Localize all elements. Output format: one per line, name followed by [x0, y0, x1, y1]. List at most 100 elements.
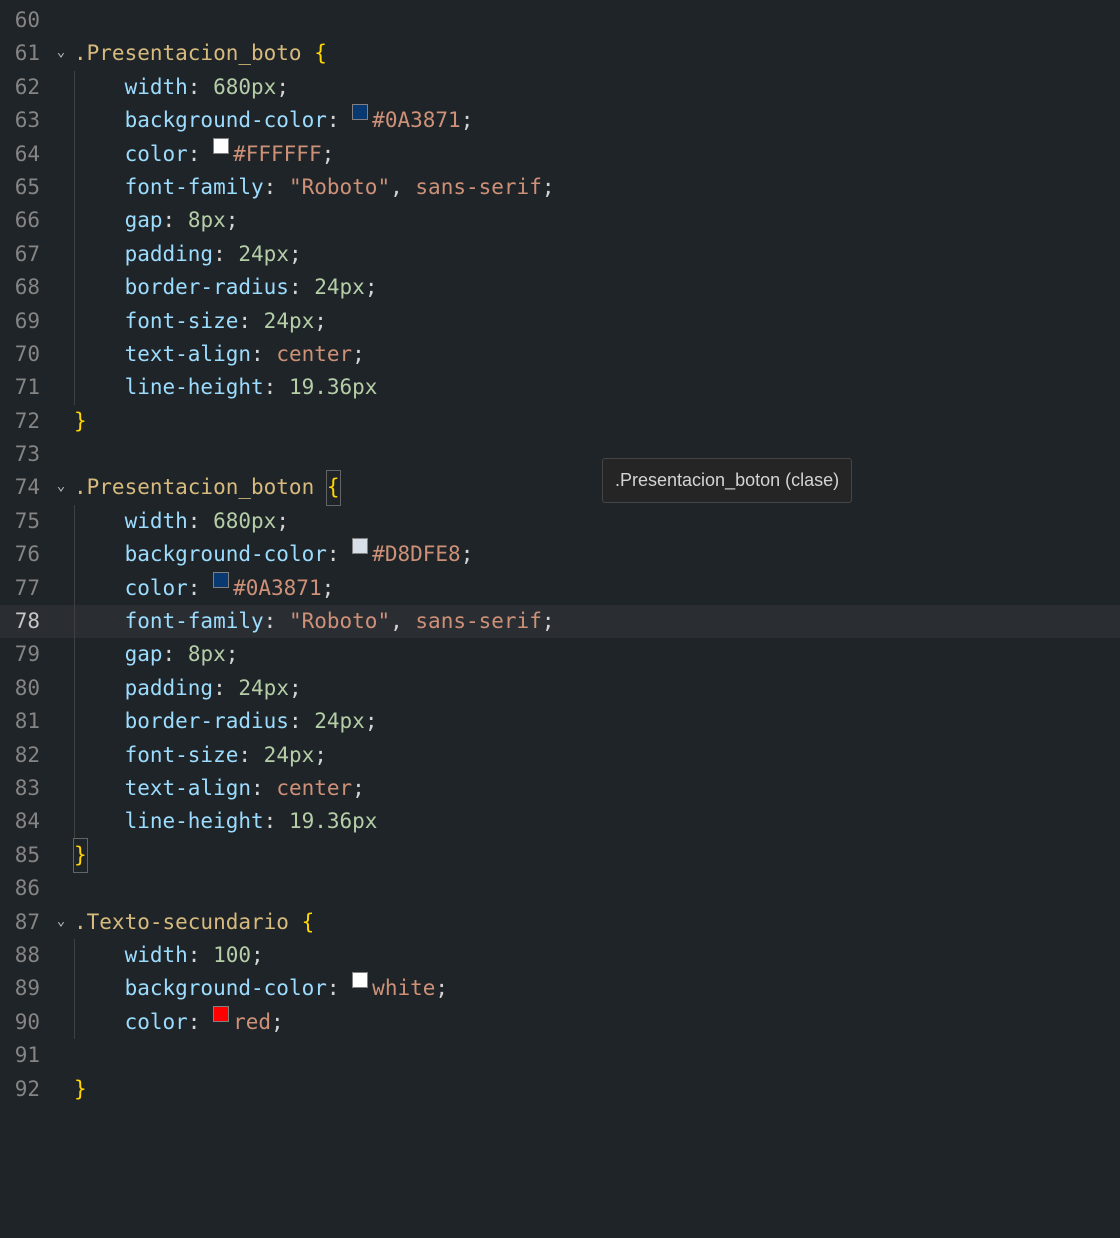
color-swatch[interactable] — [213, 1006, 229, 1022]
code-content[interactable]: background-color: #0A3871; — [74, 104, 1120, 137]
token-num: 100 — [213, 939, 251, 972]
code-line[interactable]: 71 line-height: 19.36px — [0, 371, 1120, 404]
code-line[interactable]: 68 border-radius: 24px; — [0, 271, 1120, 304]
code-line[interactable]: 85} — [0, 839, 1120, 872]
fold-toggle[interactable]: ⌄ — [48, 37, 74, 70]
line-number: 84 — [0, 805, 48, 838]
code-line[interactable]: 64 color: #FFFFFF; — [0, 138, 1120, 171]
token-punct: ; — [322, 138, 335, 171]
code-line[interactable]: 65 font-family: "Roboto", sans-serif; — [0, 171, 1120, 204]
code-content[interactable]: width: 680px; — [74, 71, 1120, 104]
code-line[interactable]: 92} — [0, 1073, 1120, 1106]
code-line[interactable]: 70 text-align: center; — [0, 338, 1120, 371]
code-line[interactable]: 63 background-color: #0A3871; — [0, 104, 1120, 137]
token-prop: font-size — [125, 739, 239, 772]
code-line[interactable]: 77 color: #0A3871; — [0, 572, 1120, 605]
line-number: 75 — [0, 505, 48, 538]
chevron-down-icon: ⌄ — [57, 36, 65, 69]
code-line[interactable]: 76 background-color: #D8DFE8; — [0, 538, 1120, 571]
code-line[interactable]: 84 line-height: 19.36px — [0, 805, 1120, 838]
code-content[interactable]: line-height: 19.36px — [74, 371, 1120, 404]
token-num: 19.36px — [289, 371, 378, 404]
token-punct: ; — [352, 338, 365, 371]
line-number: 72 — [0, 405, 48, 438]
code-content[interactable]: width: 100; — [74, 939, 1120, 972]
code-editor[interactable]: 6061⌄.Presentacion_boto {62 width: 680px… — [0, 0, 1120, 1106]
code-content[interactable]: } — [74, 405, 1120, 438]
fold-toggle[interactable]: ⌄ — [48, 471, 74, 504]
code-line[interactable]: 79 gap: 8px; — [0, 638, 1120, 671]
token-kw: #FFFFFF — [233, 138, 322, 171]
token-punct: ; — [276, 505, 289, 538]
code-content[interactable]: padding: 24px; — [74, 672, 1120, 705]
code-line[interactable]: 60 — [0, 4, 1120, 37]
code-line[interactable]: 80 padding: 24px; — [0, 672, 1120, 705]
line-number: 91 — [0, 1039, 48, 1072]
fold-toggle[interactable]: ⌄ — [48, 906, 74, 939]
token-prop: padding — [125, 672, 214, 705]
code-content[interactable]: gap: 8px; — [74, 638, 1120, 671]
code-line[interactable]: 69 font-size: 24px; — [0, 305, 1120, 338]
code-content[interactable]: .Presentacion_boton { — [74, 471, 1120, 504]
code-line[interactable]: 86 — [0, 872, 1120, 905]
code-line[interactable]: 89 background-color: white; — [0, 972, 1120, 1005]
code-line[interactable]: 88 width: 100; — [0, 939, 1120, 972]
code-line[interactable]: 82 font-size: 24px; — [0, 739, 1120, 772]
code-content[interactable]: border-radius: 24px; — [74, 271, 1120, 304]
token-punct — [74, 739, 125, 772]
code-content[interactable]: background-color: #D8DFE8; — [74, 538, 1120, 571]
code-content[interactable]: font-family: "Roboto", sans-serif; — [74, 171, 1120, 204]
color-swatch[interactable] — [352, 104, 368, 120]
code-content[interactable]: } — [74, 839, 1120, 872]
code-content[interactable]: border-radius: 24px; — [74, 705, 1120, 738]
code-content[interactable]: font-family: "Roboto", sans-serif; — [74, 605, 1120, 638]
code-line[interactable]: 72} — [0, 405, 1120, 438]
line-number: 82 — [0, 739, 48, 772]
code-line[interactable]: 81 border-radius: 24px; — [0, 705, 1120, 738]
code-line[interactable]: 74⌄.Presentacion_boton { — [0, 471, 1120, 504]
code-content[interactable]: width: 680px; — [74, 505, 1120, 538]
token-prop: font-size — [125, 305, 239, 338]
code-line[interactable]: 91 — [0, 1039, 1120, 1072]
code-content[interactable]: color: #0A3871; — [74, 572, 1120, 605]
code-content[interactable]: text-align: center; — [74, 772, 1120, 805]
line-number: 62 — [0, 71, 48, 104]
code-content[interactable]: gap: 8px; — [74, 204, 1120, 237]
token-num: 680px — [213, 71, 276, 104]
token-kw: red — [233, 1006, 271, 1039]
code-line[interactable]: 61⌄.Presentacion_boto { — [0, 37, 1120, 70]
code-content[interactable]: font-size: 24px; — [74, 305, 1120, 338]
color-swatch[interactable] — [213, 572, 229, 588]
color-swatch[interactable] — [213, 138, 229, 154]
code-content[interactable]: color: #FFFFFF; — [74, 138, 1120, 171]
code-content[interactable]: color: red; — [74, 1006, 1120, 1039]
code-line[interactable]: 73 — [0, 438, 1120, 471]
code-line[interactable]: 67 padding: 24px; — [0, 238, 1120, 271]
line-number: 64 — [0, 138, 48, 171]
code-content[interactable]: padding: 24px; — [74, 238, 1120, 271]
code-line[interactable]: 78 font-family: "Roboto", sans-serif; — [0, 605, 1120, 638]
token-num: 680px — [213, 505, 276, 538]
token-str: "Roboto" — [289, 605, 390, 638]
code-content[interactable]: text-align: center; — [74, 338, 1120, 371]
line-number: 71 — [0, 371, 48, 404]
token-punct — [74, 605, 125, 638]
code-line[interactable]: 66 gap: 8px; — [0, 204, 1120, 237]
code-line[interactable]: 75 width: 680px; — [0, 505, 1120, 538]
color-swatch[interactable] — [352, 972, 368, 988]
code-line[interactable]: 87⌄.Texto-secundario { — [0, 906, 1120, 939]
token-punct — [74, 338, 125, 371]
code-content[interactable]: font-size: 24px; — [74, 739, 1120, 772]
token-punct — [74, 171, 125, 204]
token-punct: ; — [365, 271, 378, 304]
code-content[interactable]: } — [74, 1073, 1120, 1106]
line-number: 90 — [0, 1006, 48, 1039]
code-line[interactable]: 90 color: red; — [0, 1006, 1120, 1039]
code-line[interactable]: 83 text-align: center; — [0, 772, 1120, 805]
color-swatch[interactable] — [352, 538, 368, 554]
code-content[interactable]: .Presentacion_boto { — [74, 37, 1120, 70]
code-content[interactable]: background-color: white; — [74, 972, 1120, 1005]
code-line[interactable]: 62 width: 680px; — [0, 71, 1120, 104]
code-content[interactable]: .Texto-secundario { — [74, 906, 1120, 939]
code-content[interactable]: line-height: 19.36px — [74, 805, 1120, 838]
